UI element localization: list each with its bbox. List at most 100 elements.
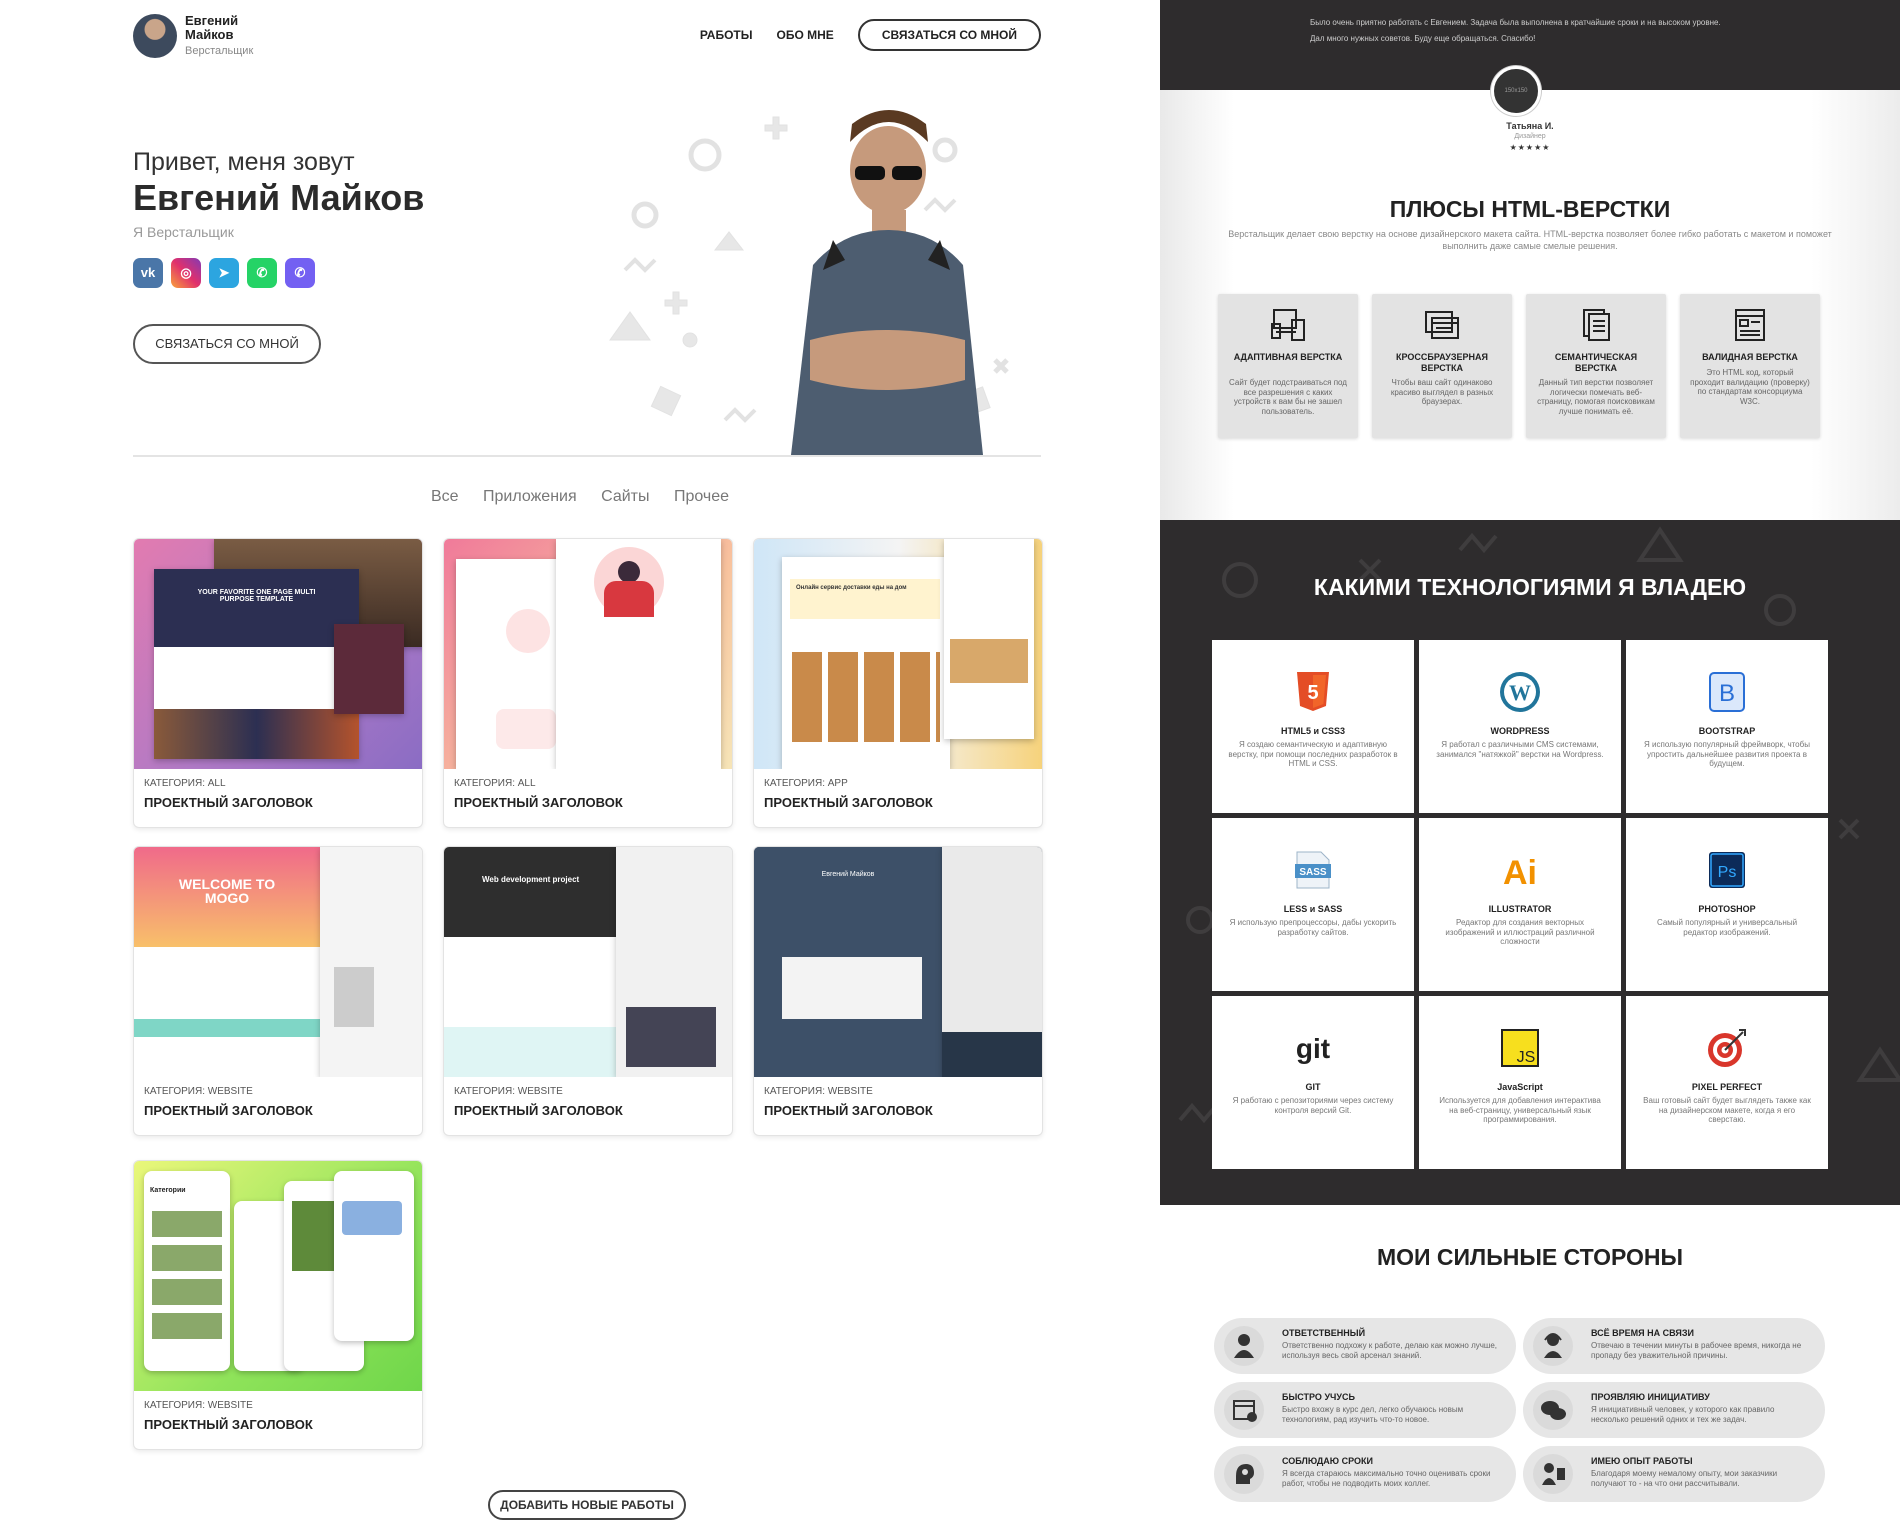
support-icon — [1533, 1326, 1573, 1366]
work-thumbnail: WELCOME TO MOGO — [134, 847, 422, 1077]
hero-greeting: Привет, меня зовут — [133, 148, 355, 176]
tech-card: SASS LESS и SASS Я использую препроцессо… — [1212, 818, 1414, 991]
work-title: ПРОЕКТНЫЙ ЗАГОЛОВОК — [144, 1417, 313, 1432]
filter-other[interactable]: Прочее — [674, 488, 729, 505]
main-nav: РАБОТЫ ОБО МНЕ СВЯЗАТЬСЯ СО МНОЙ — [700, 19, 1041, 51]
nav-about[interactable]: ОБО МНЕ — [777, 28, 834, 42]
strength-title: СОБЛЮДАЮ СРОКИ — [1282, 1456, 1373, 1466]
work-card[interactable]: Категории КАТЕГОРИЯ: WEBSITE ПРОЕКТНЫЙ З… — [133, 1160, 423, 1450]
work-card[interactable]: Web development project КАТЕГОРИЯ: WEBSI… — [443, 846, 733, 1136]
tech-card-title: ILLUSTRATOR — [1488, 904, 1552, 914]
review-text: Дал много нужных советов. Буду еще обращ… — [1310, 34, 1536, 43]
tech-card-desc: Самый популярный и универсальный редакто… — [1656, 918, 1798, 937]
strength-desc: Я инициативный человек, у которого как п… — [1591, 1405, 1775, 1424]
work-card[interactable]: YOUR FAVORITE ONE PAGE MULTI PURPOSE TEM… — [133, 538, 423, 828]
rating-stars: ★★★★★ — [1509, 143, 1551, 152]
tech-card: B BOOTSTRAP Я использую популярный фрейм… — [1626, 640, 1828, 813]
hero-name: Евгений Майков — [133, 177, 425, 218]
strength-item: ПРОЯВЛЯЮ ИНИЦИАТИВУ Я инициативный челов… — [1523, 1382, 1825, 1438]
header-name: Евгений Майков — [185, 13, 239, 42]
person-icon — [1224, 1326, 1264, 1366]
work-thumbnail: YOUR FAVORITE ONE PAGE MULTI PURPOSE TEM… — [134, 539, 422, 769]
work-category: КАТЕГОРИЯ: WEBSITE — [764, 1086, 873, 1097]
wordpress-icon: W — [1500, 672, 1540, 712]
plus-card-title: СЕМАНТИЧЕСКАЯ ВЕРСТКА — [1554, 352, 1638, 373]
work-title: ПРОЕКТНЫЙ ЗАГОЛОВОК — [144, 795, 313, 810]
plus-card-desc: Данный тип верстки позволяет логически п… — [1537, 378, 1655, 416]
svg-text:git: git — [1296, 1033, 1330, 1064]
plus-card-desc: Это HTML код, который проходит валидацию… — [1690, 368, 1810, 406]
plus-card-title: ВАЛИДНАЯ ВЕРСТКА — [1702, 352, 1798, 362]
reviewer-role: Дизайнер — [1514, 133, 1546, 140]
portfolio-filters: Все Приложения Сайты Прочее — [0, 488, 1160, 506]
plus-card-desc: Чтобы ваш сайт одинаково красиво выгляде… — [1390, 378, 1494, 406]
work-card[interactable]: WELCOME TO MOGO КАТЕГОРИЯ: WEBSITE ПРОЕК… — [133, 846, 423, 1136]
document-icon — [1583, 309, 1610, 341]
avatar[interactable] — [133, 14, 177, 58]
svg-text:W: W — [1509, 680, 1531, 705]
tech-card-title: HTML5 и CSS3 — [1280, 726, 1346, 736]
head-bulb-icon — [1224, 1454, 1264, 1494]
work-title: ПРОЕКТНЫЙ ЗАГОЛОВОК — [764, 795, 933, 810]
tech-card: Ps PHOTOSHOP Самый популярный и универса… — [1626, 818, 1828, 991]
strength-title: ИМЕЮ ОПЫТ РАБОТЫ — [1591, 1456, 1693, 1466]
work-category: КАТЕГОРИЯ: APP — [764, 778, 848, 789]
devices-icon — [1271, 309, 1305, 341]
tech-card-title: JavaScript — [1497, 1082, 1543, 1092]
vk-icon[interactable]: vk — [133, 258, 163, 288]
plus-card-desc: Сайт будет подстраиваться под все разреш… — [1229, 378, 1347, 416]
filter-all[interactable]: Все — [431, 488, 459, 505]
plus-card-title: КРОССБРАУЗЕРНАЯ ВЕРСТКА — [1396, 352, 1488, 373]
header-role: Верстальщик — [185, 45, 254, 57]
work-card[interactable]: Евгений Майков КАТЕГОРИЯ: WEBSITE ПРОЕКТ… — [753, 846, 1043, 1136]
filter-sites[interactable]: Сайты — [601, 488, 649, 505]
plus-card: КРОССБРАУЗЕРНАЯ ВЕРСТКА Чтобы ваш сайт о… — [1372, 294, 1512, 438]
telegram-icon[interactable]: ➤ — [209, 258, 239, 288]
work-thumbnail: Категории — [134, 1161, 422, 1391]
reviewer-name: Татьяна И. — [1506, 121, 1554, 131]
tech-card: W WORDPRESS Я работал с различными CMS с… — [1419, 640, 1621, 813]
filter-apps[interactable]: Приложения — [483, 488, 577, 505]
chat-icon — [1533, 1390, 1573, 1430]
strength-title: ПРОЯВЛЯЮ ИНИЦИАТИВУ — [1591, 1392, 1710, 1402]
work-card[interactable]: КАТЕГОРИЯ: ALL ПРОЕКТНЫЙ ЗАГОЛОВОК — [443, 538, 733, 828]
svg-text:Ps: Ps — [1718, 864, 1737, 881]
git-icon: git — [1296, 1033, 1330, 1064]
tech-card-desc: Я создаю семантическую и адаптивную верс… — [1228, 740, 1398, 768]
strength-desc: Ответственно подхожу к работе, делаю как… — [1282, 1341, 1498, 1360]
instagram-icon[interactable]: ◎ — [171, 258, 201, 288]
review-text: Было очень приятно работать с Евгением. … — [1310, 18, 1721, 27]
tech-card-desc: Я использую популярный фреймворк, чтобы … — [1644, 740, 1810, 768]
whatsapp-icon[interactable]: ✆ — [247, 258, 277, 288]
tech-card-desc: Ваш готовый сайт будет выглядеть также к… — [1643, 1096, 1811, 1124]
thumb-text: Евгений Майков — [821, 871, 875, 878]
work-category: КАТЕГОРИЯ: WEBSITE — [454, 1086, 563, 1097]
tech-grid: 5 HTML5 и CSS3 Я создаю семантическую и … — [1212, 640, 1828, 1173]
illustrator-icon: Ai — [1503, 854, 1537, 892]
tech-card-title: GIT — [1305, 1082, 1321, 1092]
tech-card: git GIT Я работаю с репозиториями через … — [1212, 996, 1414, 1169]
tech-card: JS JavaScript Используется для добавлени… — [1419, 996, 1621, 1169]
nav-works[interactable]: РАБОТЫ — [700, 28, 753, 42]
svg-text:JS: JS — [1517, 1049, 1536, 1066]
strength-item: БЫСТРО УЧУСЬ Быстро вхожу в курс дел, ле… — [1214, 1382, 1516, 1438]
tech-card-title: PIXEL PERFECT — [1691, 1082, 1763, 1092]
header-contact-button[interactable]: СВЯЗАТЬСЯ СО МНОЙ — [857, 19, 1041, 51]
hero-role: Я Верстальщик — [133, 224, 234, 240]
svg-text:5: 5 — [1307, 682, 1318, 704]
thumb-text: YOUR FAVORITE ONE PAGE MULTI PURPOSE TEM… — [154, 569, 359, 647]
plus-card-title: АДАПТИВНАЯ ВЕРСТКА — [1233, 352, 1343, 362]
hero-contact-button[interactable]: СВЯЗАТЬСЯ СО МНОЙ — [133, 324, 321, 364]
plus-card: ВАЛИДНАЯ ВЕРСТКА Это HTML код, который п… — [1680, 294, 1820, 438]
add-works-button[interactable]: ДОБАВИТЬ НОВЫЕ РАБОТЫ — [488, 1490, 686, 1520]
hero-illustration — [609, 110, 1009, 455]
viber-icon[interactable]: ✆ — [285, 258, 315, 288]
work-category: КАТЕГОРИЯ: ALL — [144, 778, 226, 789]
thumb-text: Web development project — [444, 847, 616, 937]
work-thumbnail — [444, 539, 732, 769]
work-card[interactable]: Онлайн сервис доставки еды на дом КАТЕГО… — [753, 538, 1043, 828]
html5-icon: 5 — [1297, 672, 1329, 711]
technologies-section: КАКИМИ ТЕХНОЛОГИЯМИ Я ВЛАДЕЮ 5 HTML5 и C… — [1160, 520, 1900, 1205]
work-title: ПРОЕКТНЫЙ ЗАГОЛОВОК — [454, 1103, 623, 1118]
thumb-text: Онлайн сервис доставки еды на дом — [790, 579, 940, 619]
